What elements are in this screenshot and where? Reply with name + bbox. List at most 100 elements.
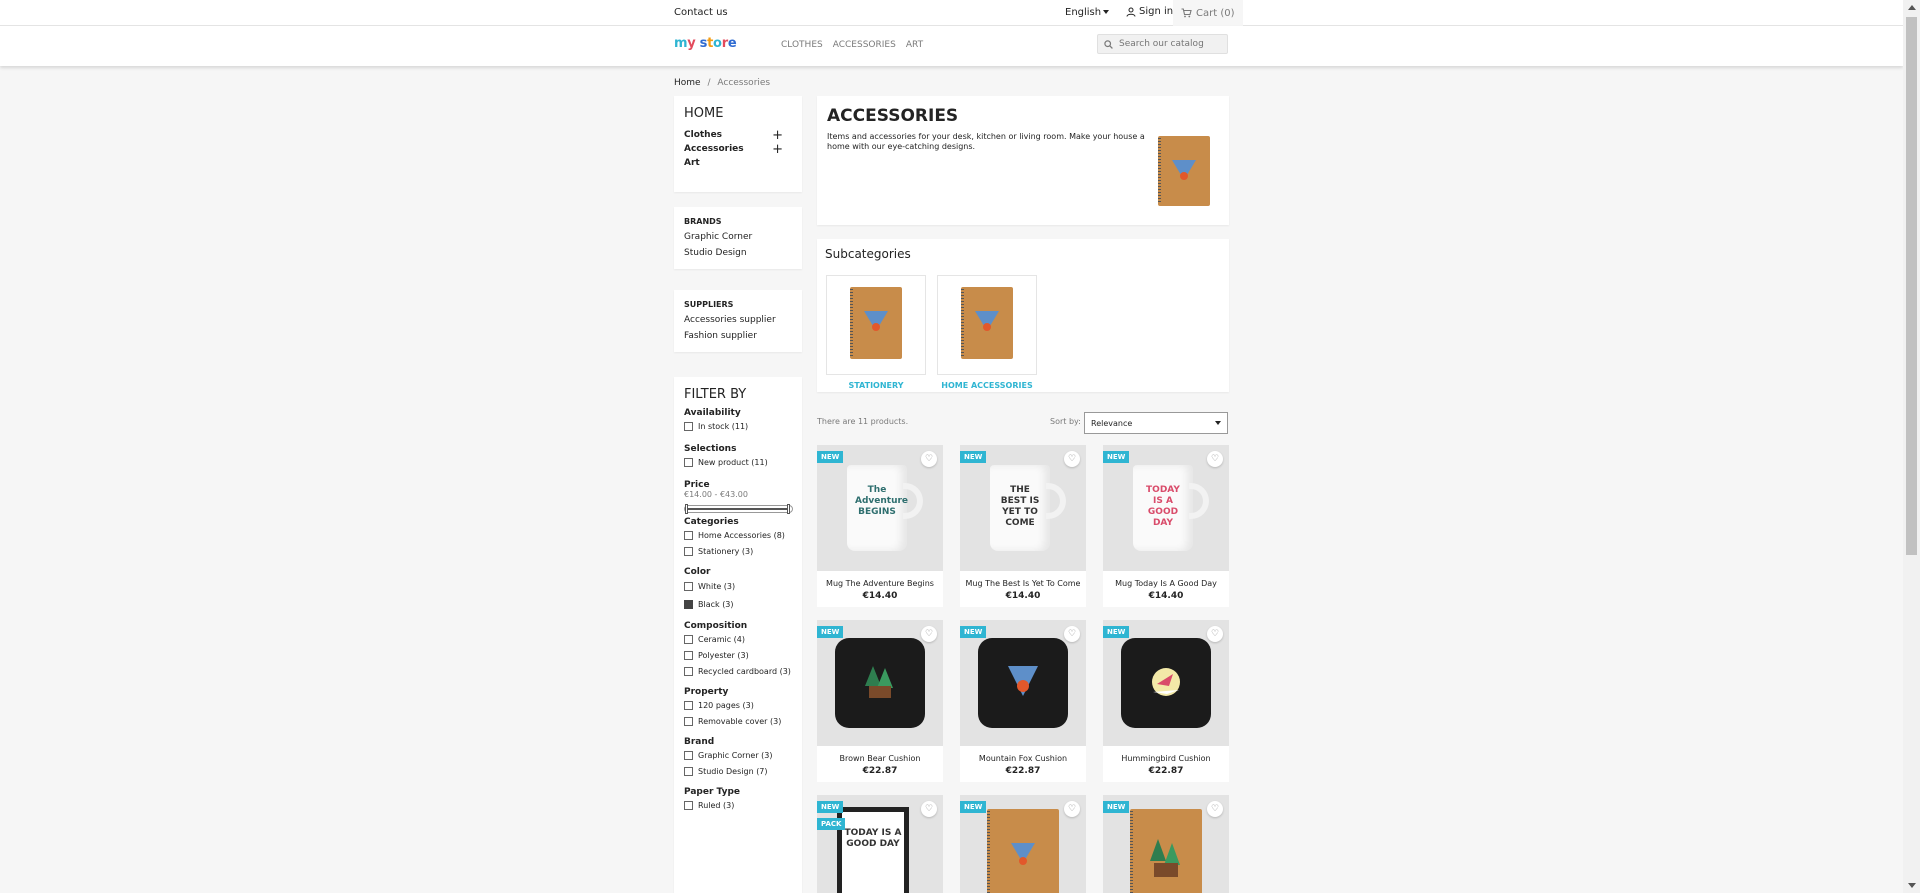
checkbox[interactable] xyxy=(684,716,693,726)
contact-link[interactable]: Contact us xyxy=(674,7,728,18)
color-swatch-black[interactable] xyxy=(684,599,693,609)
wishlist-heart-icon[interactable]: ♡ xyxy=(1064,451,1080,467)
facet-option[interactable]: Ceramic (4) xyxy=(684,631,792,647)
facet-option[interactable]: Polyester (3) xyxy=(684,647,792,663)
facet-title: Categories xyxy=(684,517,739,527)
supplier-link[interactable]: Accessories supplier xyxy=(684,313,792,329)
product-card[interactable]: NEW ♡ Brown Bear Cushion €22.87 xyxy=(817,620,943,782)
product-name[interactable]: Mug The Adventure Begins xyxy=(817,579,943,588)
sort-select[interactable]: Relevance xyxy=(1084,412,1228,434)
color-swatch-white[interactable] xyxy=(684,581,693,591)
page-scrollbar[interactable] xyxy=(1903,0,1920,893)
checkbox[interactable] xyxy=(684,546,693,556)
sidebar-item-accessories[interactable]: Accessories + xyxy=(684,142,792,157)
brand-link[interactable]: Studio Design xyxy=(684,246,792,262)
product-name[interactable]: Hummingbird Cushion xyxy=(1103,754,1229,763)
subcategory-label[interactable]: HOME ACCESSORIES xyxy=(937,381,1037,390)
brands-title[interactable]: BRANDS xyxy=(684,217,792,226)
checkbox[interactable] xyxy=(684,650,693,660)
facet-option[interactable]: Graphic Corner (3) xyxy=(684,747,792,763)
wishlist-heart-icon[interactable]: ♡ xyxy=(1064,801,1080,817)
facet-option[interactable]: Stationery (3) xyxy=(684,543,792,559)
cart-button[interactable]: Cart (0) xyxy=(1173,0,1243,26)
scroll-up-icon[interactable] xyxy=(1908,5,1916,10)
slider-handle-min[interactable] xyxy=(685,504,688,514)
slider-handle-max[interactable] xyxy=(787,504,790,514)
wishlist-heart-icon[interactable]: ♡ xyxy=(1207,451,1223,467)
breadcrumb-home[interactable]: Home xyxy=(674,78,701,88)
product-card[interactable]: TODAY IS A GOOD DAY NEW ♡ Mug Today Is A… xyxy=(1103,445,1229,607)
suppliers-title[interactable]: SUPPLIERS xyxy=(684,300,792,309)
product-card[interactable]: TODAY IS A GOOD DAY NEW PACK ♡ xyxy=(817,795,943,893)
product-card[interactable]: THE BEST IS YET TO COME NEW ♡ Mug The Be… xyxy=(960,445,1086,607)
product-name[interactable]: Mug The Best Is Yet To Come xyxy=(960,579,1086,588)
checkbox[interactable] xyxy=(684,457,693,467)
product-card[interactable]: The Adventure BEGINS NEW ♡ Mug The Adven… xyxy=(817,445,943,607)
wishlist-heart-icon[interactable]: ♡ xyxy=(1207,626,1223,642)
product-image[interactable]: TODAY IS A GOOD DAY NEW PACK ♡ xyxy=(817,795,943,893)
price-slider[interactable] xyxy=(684,504,793,514)
facet-option[interactable]: In stock (11) xyxy=(684,418,792,434)
brand-link[interactable]: Graphic Corner xyxy=(684,230,792,246)
facet-option[interactable]: Ruled (3) xyxy=(684,797,792,813)
expand-icon[interactable]: + xyxy=(772,128,783,143)
nav-clothes[interactable]: CLOTHES xyxy=(781,40,823,50)
product-image[interactable]: NEW ♡ xyxy=(960,620,1086,746)
product-name[interactable]: Mountain Fox Cushion xyxy=(960,754,1086,763)
wishlist-heart-icon[interactable]: ♡ xyxy=(921,626,937,642)
product-name[interactable]: Brown Bear Cushion xyxy=(817,754,943,763)
sidebar-item-clothes[interactable]: Clothes + xyxy=(684,128,792,143)
facet-option[interactable]: 120 pages (3) xyxy=(684,697,792,713)
product-card[interactable]: NEW ♡ xyxy=(960,795,1086,893)
wishlist-heart-icon[interactable]: ♡ xyxy=(1064,626,1080,642)
facet-option[interactable]: Black (3) xyxy=(684,595,792,613)
product-image[interactable]: NEW ♡ xyxy=(960,795,1086,893)
facet-option[interactable]: New product (11) xyxy=(684,454,792,470)
search-input[interactable] xyxy=(1119,39,1219,49)
checkbox[interactable] xyxy=(684,530,693,540)
search-icon[interactable] xyxy=(1104,39,1113,49)
sidebar-item-art[interactable]: Art xyxy=(684,156,792,170)
checkbox[interactable] xyxy=(684,700,693,710)
subcategory-image[interactable] xyxy=(937,275,1037,375)
nav-art[interactable]: ART xyxy=(906,40,923,50)
facet-option[interactable]: Recycled cardboard (3) xyxy=(684,663,792,679)
product-image[interactable]: NEW ♡ xyxy=(1103,620,1229,746)
facet-option[interactable]: Home Accessories (8) xyxy=(684,527,792,543)
checkbox[interactable] xyxy=(684,750,693,760)
subcategory-stationery[interactable]: STATIONERY xyxy=(826,275,926,390)
product-image[interactable]: The Adventure BEGINS NEW ♡ xyxy=(817,445,943,571)
checkbox[interactable] xyxy=(684,421,693,431)
wishlist-heart-icon[interactable]: ♡ xyxy=(921,801,937,817)
product-image[interactable]: TODAY IS A GOOD DAY NEW ♡ xyxy=(1103,445,1229,571)
product-image[interactable]: THE BEST IS YET TO COME NEW ♡ xyxy=(960,445,1086,571)
product-card[interactable]: NEW ♡ Mountain Fox Cushion €22.87 xyxy=(960,620,1086,782)
checkbox[interactable] xyxy=(684,766,693,776)
nav-accessories[interactable]: ACCESSORIES xyxy=(833,40,896,50)
product-name[interactable]: Mug Today Is A Good Day xyxy=(1103,579,1229,588)
facet-option[interactable]: White (3) xyxy=(684,577,792,595)
wishlist-heart-icon[interactable]: ♡ xyxy=(921,451,937,467)
facet-option-label: Studio Design (7) xyxy=(698,766,768,776)
sign-in-link[interactable]: Sign in xyxy=(1126,6,1173,17)
facet-option[interactable]: Removable cover (3) xyxy=(684,713,792,729)
product-card[interactable]: NEW ♡ Hummingbird Cushion €22.87 xyxy=(1103,620,1229,782)
product-image[interactable]: NEW ♡ xyxy=(1103,795,1229,893)
scroll-down-icon[interactable] xyxy=(1908,883,1916,888)
subcategory-home-accessories[interactable]: HOME ACCESSORIES xyxy=(937,275,1037,390)
category-tree-title[interactable]: HOME xyxy=(684,106,792,121)
subcategory-label[interactable]: STATIONERY xyxy=(826,381,926,390)
wishlist-heart-icon[interactable]: ♡ xyxy=(1207,801,1223,817)
checkbox[interactable] xyxy=(684,634,693,644)
supplier-link[interactable]: Fashion supplier xyxy=(684,329,792,345)
checkbox[interactable] xyxy=(684,666,693,676)
scrollbar-thumb[interactable] xyxy=(1906,17,1917,555)
subcategory-image[interactable] xyxy=(826,275,926,375)
product-card[interactable]: NEW ♡ xyxy=(1103,795,1229,893)
language-selector[interactable]: English xyxy=(1065,7,1110,18)
expand-icon[interactable]: + xyxy=(772,142,783,157)
product-image[interactable]: NEW ♡ xyxy=(817,620,943,746)
store-logo[interactable]: my store xyxy=(674,36,737,51)
facet-option[interactable]: Studio Design (7) xyxy=(684,763,792,779)
checkbox[interactable] xyxy=(684,800,693,810)
